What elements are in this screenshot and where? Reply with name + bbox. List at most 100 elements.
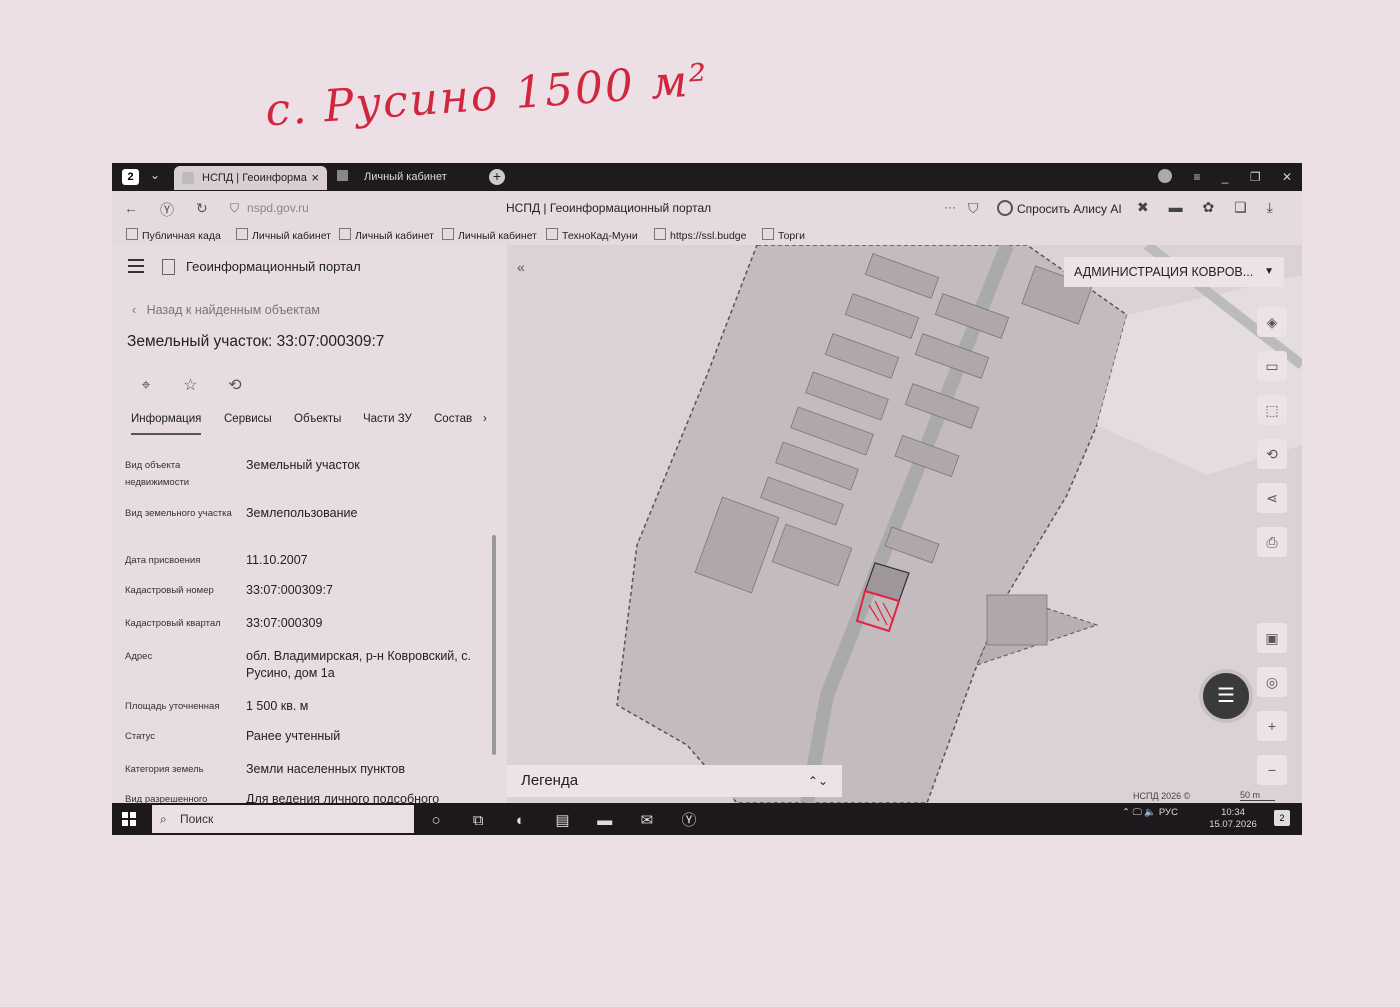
screen-photo: 2 ⌄ НСПД | Геоинформац × Личный кабинет … xyxy=(112,163,1302,835)
cortana-icon[interactable]: ○ xyxy=(424,812,448,829)
tab-objects[interactable]: Объекты xyxy=(294,413,341,433)
restore-icon[interactable]: ❐ xyxy=(1250,170,1261,184)
property-value: Землепользование xyxy=(246,506,358,520)
legend-dropdown[interactable]: Легенда ⌃⌄ xyxy=(507,765,842,797)
map-copyright: НСПД 2026 © xyxy=(1133,791,1191,801)
select-area-icon[interactable]: ⬚ xyxy=(1257,395,1287,425)
yandex-icon[interactable]: Ⓨ xyxy=(160,200,174,220)
favicon-icon xyxy=(337,170,348,181)
minimize-icon[interactable]: _ xyxy=(1222,170,1229,184)
hamburger-menu-icon[interactable] xyxy=(128,259,144,277)
share-icon[interactable]: ⋖ xyxy=(1257,483,1287,513)
ruler-icon[interactable]: ▭ xyxy=(1257,351,1287,381)
mail-icon[interactable]: ✉ xyxy=(635,811,659,829)
browser-tabbar: 2 ⌄ НСПД | Геоинформац × Личный кабинет … xyxy=(112,163,1302,191)
chat-icon[interactable]: ☰ xyxy=(1199,669,1253,723)
store-icon[interactable]: ▤ xyxy=(551,811,575,829)
taskbar-search[interactable]: ⌕ Поиск xyxy=(152,805,414,833)
portal-title: Геоинформационный портал xyxy=(186,259,361,274)
back-to-results-link[interactable]: ‹ Назад к найденным объектам xyxy=(132,303,320,317)
taskbar: ⌕ Поиск ○ ⧉ ◐ ▤ ▬ ✉ Ⓨ ⌃ 🖵 🔈 РУС 10:34 15.0… xyxy=(112,803,1302,835)
object-title: Земельный участок: 33:07:000309:7 xyxy=(127,333,385,350)
favicon-icon xyxy=(182,172,194,184)
tab-label: Личный кабинет xyxy=(364,171,447,183)
search-icon: ⌕ xyxy=(160,812,167,826)
chevron-right-icon[interactable]: › xyxy=(483,413,487,433)
history-icon[interactable]: ⟲ xyxy=(221,375,249,395)
tab-nspd[interactable]: НСПД | Геоинформац × xyxy=(174,166,327,190)
property-value: обл. Владимирская, р-н Ковровский, с. Ру… xyxy=(246,649,471,680)
more-dots-icon[interactable]: ··· xyxy=(944,200,956,214)
property-key: Площадь уточненная xyxy=(125,701,220,712)
print-icon[interactable]: ⎙ xyxy=(1257,527,1287,557)
layers-icon[interactable]: ◈ xyxy=(1257,307,1287,337)
chevron-down-icon[interactable]: ⌄ xyxy=(150,168,160,182)
network-icon[interactable]: 🖵 xyxy=(1133,807,1142,818)
collapse-panel-icon[interactable]: « xyxy=(517,259,525,275)
page-icon xyxy=(126,228,138,240)
download-icon[interactable]: ⤓ xyxy=(1267,199,1273,216)
star-icon[interactable]: ☆ xyxy=(176,375,204,395)
bookmark-item[interactable]: https://ssl.budge xyxy=(654,228,746,242)
tab-information[interactable]: Информация xyxy=(131,413,202,435)
new-tab-button[interactable]: + xyxy=(489,169,505,185)
bookmark-icon[interactable]: ⛉ xyxy=(968,200,979,217)
portal-icon xyxy=(162,259,175,275)
window-controls: ≡ _ ❐ ✕ xyxy=(1140,169,1292,184)
menu-icon[interactable]: ≡ xyxy=(1193,170,1200,184)
tray-arrow-icon[interactable]: ⌃ xyxy=(1122,807,1130,818)
reload-icon[interactable]: ↻ xyxy=(196,200,208,217)
tab-counter[interactable]: 2 xyxy=(122,169,139,185)
geolocation-icon[interactable]: ◎ xyxy=(1257,667,1287,697)
property-value: 33:07:000309:7 xyxy=(246,583,333,597)
chevron-down-icon: ▼ xyxy=(1264,266,1274,277)
volume-icon[interactable]: 🔈 xyxy=(1144,807,1156,818)
tab-parts[interactable]: Части ЗУ xyxy=(363,413,412,433)
property-value: 11.10.2007 xyxy=(246,553,308,567)
puzzle-icon[interactable]: ✿ xyxy=(1203,199,1215,216)
bookmark-item[interactable]: ТехноКад-Муни xyxy=(546,228,638,242)
history-icon[interactable]: ⟲ xyxy=(1257,439,1287,469)
explorer-icon[interactable]: ▬ xyxy=(593,812,617,829)
system-tray: ⌃ 🖵 🔈 РУС 10:34 15.07.2026 xyxy=(1122,807,1257,830)
tab-composition[interactable]: Состав xyxy=(434,413,472,433)
bookmark-item[interactable]: Личный кабинет xyxy=(236,228,331,242)
map-canvas xyxy=(507,245,1302,803)
clock[interactable]: 10:34 15.07.2026 xyxy=(1208,807,1258,831)
url-field[interactable]: ⛉ nspd.gov.ru xyxy=(230,201,309,216)
panel-scrollbar[interactable] xyxy=(492,535,496,755)
task-view-icon[interactable]: ⧉ xyxy=(466,812,490,829)
property-value: 33:07:000309 xyxy=(246,616,323,630)
edge-icon[interactable]: ◐ xyxy=(508,812,532,829)
windows-start-icon[interactable] xyxy=(122,812,136,826)
notifications-icon[interactable]: 2 xyxy=(1274,810,1290,826)
profile-icon[interactable] xyxy=(1158,169,1173,183)
yandex-browser-icon[interactable]: Ⓨ xyxy=(677,809,701,830)
chevron-left-icon: ‹ xyxy=(132,303,147,317)
zoom-out-icon[interactable]: − xyxy=(1257,755,1287,785)
property-key: Адрес xyxy=(125,651,153,662)
admin-select[interactable]: АДМИНИСТРАЦИЯ КОВРОВ... ▼ xyxy=(1064,257,1284,287)
page-icon xyxy=(546,228,558,240)
property-value: Ранее учтенный xyxy=(246,729,341,743)
zoom-in-icon[interactable]: + xyxy=(1257,711,1287,741)
locate-icon[interactable]: ⌖ xyxy=(132,377,160,395)
back-arrow-icon[interactable]: ← xyxy=(124,200,138,216)
close-window-icon[interactable]: ✕ xyxy=(1282,170,1292,184)
ask-alice-button[interactable]: Спросить Алису AI xyxy=(997,200,1122,216)
property-value: 1 500 кв. м xyxy=(246,699,309,713)
extension-icon[interactable]: ✖ xyxy=(1137,199,1149,216)
collections-icon[interactable]: ❏ xyxy=(1234,199,1247,216)
bookmark-item[interactable]: Личный кабинет xyxy=(442,228,537,242)
calendar-icon[interactable]: ▣ xyxy=(1257,623,1287,653)
bookmark-item[interactable]: Торги xyxy=(762,228,805,242)
tab-services[interactable]: Сервисы xyxy=(224,413,272,433)
tab-cabinet[interactable]: Личный кабинет xyxy=(337,170,447,183)
bookmark-item[interactable]: Публичная када xyxy=(126,228,221,242)
close-icon[interactable]: × xyxy=(311,170,319,185)
wallet-icon[interactable]: ▬ xyxy=(1169,199,1183,215)
cadastral-map[interactable]: « АДМИНИСТРАЦИЯ КОВРОВ... ▼ ◈ ▭ ⬚ ⟲ ⋖ ⎙ ▣… xyxy=(507,245,1302,803)
property-value: Для ведения личного подсобного xyxy=(246,792,440,803)
language-indicator[interactable]: РУС xyxy=(1159,807,1178,818)
bookmark-item[interactable]: Личный кабинет xyxy=(339,228,434,242)
